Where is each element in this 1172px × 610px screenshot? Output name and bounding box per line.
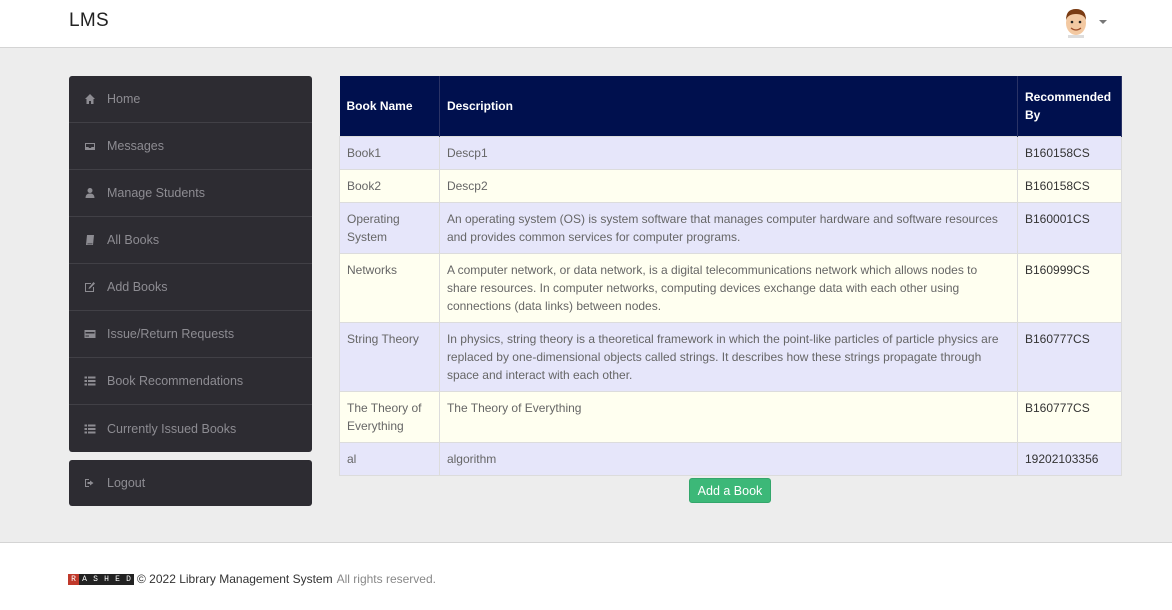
add-book-button[interactable]: Add a Book [689,478,771,503]
sidebar-item-label: Messages [107,139,164,153]
user-menu[interactable] [1062,5,1107,39]
table-row: Networks A computer network, or data net… [339,252,1122,323]
recommended-by-cell: B160999CS [1017,252,1122,323]
description-cell: A computer network, or data network, is … [438,252,1019,323]
books-table-container: Book Name Description Recommended By Boo… [339,76,1122,476]
avatar[interactable] [1062,6,1090,38]
description-cell: An operating system (OS) is system softw… [438,201,1019,254]
table-row: Book1 Descp1 B160158CS [339,135,1122,170]
sign-out-icon [83,477,97,489]
description-cell: The Theory of Everything [438,390,1019,443]
book-name-cell: String Theory [339,321,440,392]
logout-label: Logout [107,476,146,490]
table-row: Operating System An operating system (OS… [339,201,1122,254]
list-icon [83,375,97,387]
table-header-row: Book Name Description Recommended By [339,76,1122,136]
book-icon [83,234,97,246]
table-row: The Theory of Everything The Theory of E… [339,390,1122,443]
user-icon [83,187,97,199]
sidebar-item-label: Book Recommendations [107,374,244,388]
sidebar-item-label: Currently Issued Books [107,421,237,436]
sidebar-item-all-books[interactable]: All Books [69,217,312,264]
logout-button[interactable]: Logout [69,460,312,506]
sidebar-item-add-books[interactable]: Add Books [69,264,312,311]
book-name-cell: Book2 [339,168,440,203]
table-row: Book2 Descp2 B160158CS [339,168,1122,203]
column-header-book-name: Book Name [339,76,440,136]
description-cell: algorithm [438,441,1019,476]
recommended-by-cell: B160158CS [1017,168,1122,203]
table-row: al algorithm 19202103356 [339,441,1122,476]
sidebar: Home Messages Manage Students All Books … [69,76,312,452]
sidebar-item-label: Add Books [107,280,168,294]
column-header-recommended-by: Recommended By [1017,76,1122,136]
sidebar-item-label: Issue/Return Requests [107,327,235,341]
book-name-cell: Book1 [339,135,440,170]
sidebar-item-messages[interactable]: Messages [69,123,312,170]
sidebar-item-label: All Books [107,233,160,247]
logo-letter: S [90,573,101,585]
list-icon [83,423,97,435]
footer-copyright-line: R A S H E D © 2022 Library Management Sy… [68,572,436,586]
recommended-by-cell: B160777CS [1017,390,1122,443]
logout-panel: Logout [69,460,312,506]
brand-title[interactable]: LMS [69,10,109,32]
sidebar-item-issue-return[interactable]: Issue/Return Requests [69,311,312,358]
copyright-text: © 2022 Library Management System [137,572,333,586]
logo-letter: D [123,573,134,585]
recommended-by-cell: 19202103356 [1017,441,1122,476]
book-name-cell: The Theory of Everything [339,390,440,443]
description-cell: Descp1 [438,135,1019,170]
edit-icon [83,281,97,293]
sidebar-item-label: Home [107,92,141,106]
top-navbar: LMS [0,0,1172,48]
recommended-by-cell: B160001CS [1017,201,1122,254]
sidebar-item-label: Manage Students [107,186,205,200]
column-header-description: Description [439,76,1019,136]
recommended-by-cell: B160777CS [1017,321,1122,392]
footer: R A S H E D © 2022 Library Management Sy… [0,542,1172,610]
home-icon [83,93,97,105]
credit-card-icon [83,328,97,340]
description-cell: In physics, string theory is a theoretic… [438,321,1019,392]
description-cell: Descp2 [438,168,1019,203]
book-name-cell: Networks [339,252,440,323]
sidebar-item-home[interactable]: Home [69,76,312,123]
sidebar-item-manage-students[interactable]: Manage Students [69,170,312,217]
logo-letter: A [79,573,90,585]
recommended-books-table: Book Name Description Recommended By Boo… [339,76,1122,476]
logo-letter: E [112,573,123,585]
inbox-icon [83,140,97,152]
logo-letter: H [101,573,112,585]
recommended-by-cell: B160158CS [1017,135,1122,170]
sidebar-item-currently-issued[interactable]: Currently Issued Books [69,405,312,452]
book-name-cell: al [339,441,440,476]
rights-text: All rights reserved. [336,572,436,586]
chevron-down-icon[interactable] [1099,20,1107,24]
book-name-cell: Operating System [339,201,440,254]
table-row: String Theory In physics, string theory … [339,321,1122,392]
sidebar-item-book-recommendations[interactable]: Book Recommendations [69,358,312,405]
logo-letter: R [68,573,79,585]
rashed-logo: R A S H E D [68,573,134,585]
